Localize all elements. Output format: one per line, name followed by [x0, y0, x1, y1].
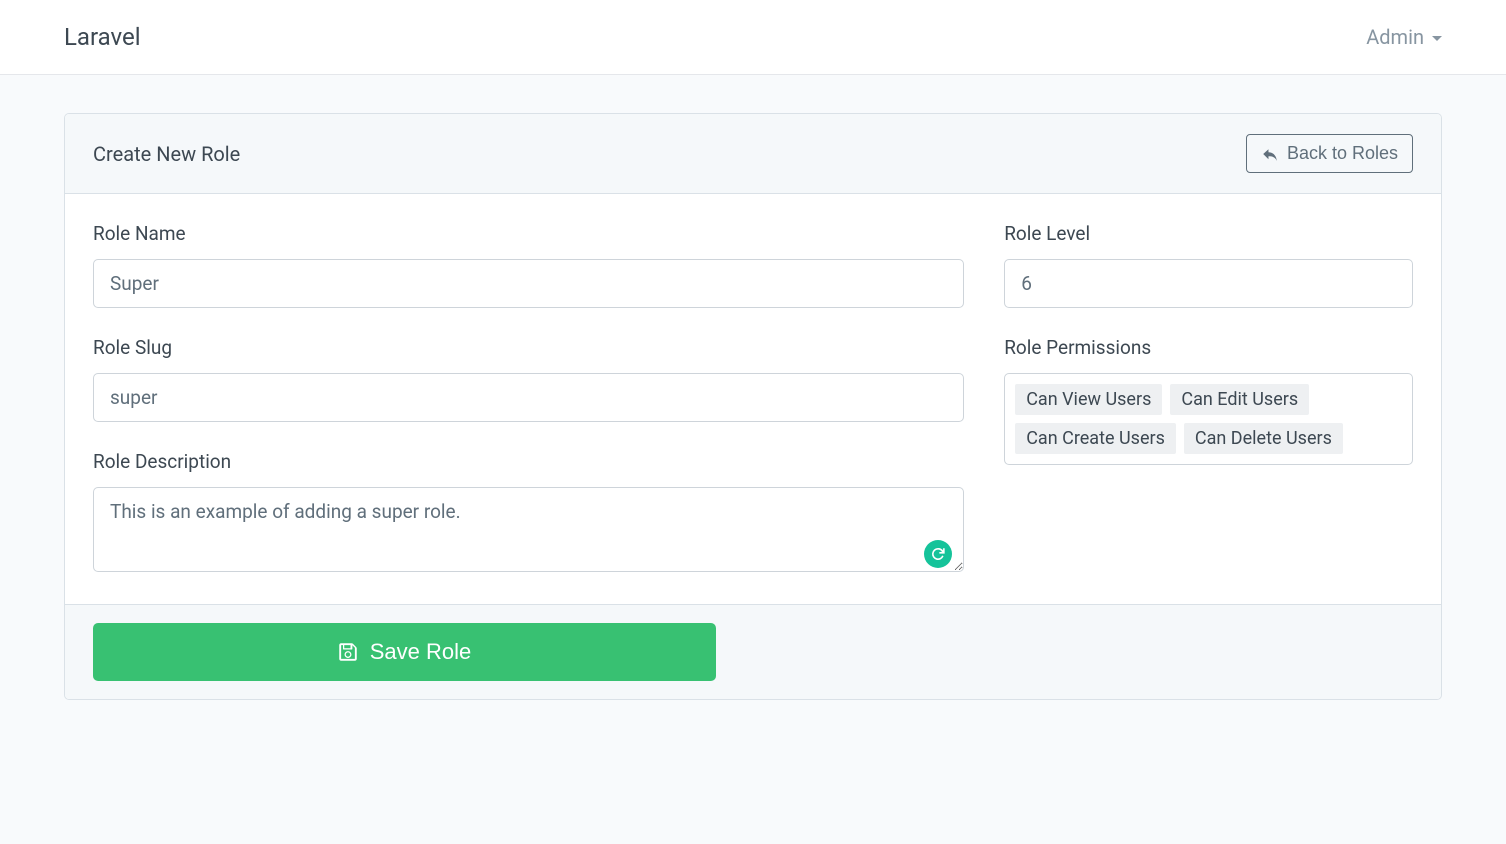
navbar: Laravel Admin — [0, 0, 1506, 75]
create-role-card: Create New Role Back to Roles Role Name … — [64, 113, 1442, 700]
role-description-group: Role Description — [93, 450, 964, 576]
role-slug-group: Role Slug — [93, 336, 964, 422]
card-body: Role Name Role Slug Role Description — [65, 194, 1441, 604]
role-level-label: Role Level — [1004, 222, 1413, 245]
grammarly-icon — [924, 540, 952, 568]
user-menu-dropdown[interactable]: Admin — [1366, 25, 1442, 49]
role-slug-label: Role Slug — [93, 336, 964, 359]
save-icon — [338, 642, 358, 662]
back-to-roles-button[interactable]: Back to Roles — [1246, 134, 1413, 173]
card-footer: Save Role — [65, 604, 1441, 699]
role-level-group: Role Level — [1004, 222, 1413, 308]
save-role-button[interactable]: Save Role — [93, 623, 716, 681]
main-container: Create New Role Back to Roles Role Name … — [0, 75, 1506, 738]
permission-tag[interactable]: Can Edit Users — [1170, 384, 1309, 415]
role-level-input[interactable] — [1004, 259, 1413, 308]
permission-tag[interactable]: Can Delete Users — [1184, 423, 1343, 454]
card-header: Create New Role Back to Roles — [65, 114, 1441, 194]
role-name-group: Role Name — [93, 222, 964, 308]
reply-icon — [1261, 147, 1279, 161]
user-menu-label: Admin — [1366, 25, 1424, 49]
role-name-input[interactable] — [93, 259, 964, 308]
role-name-label: Role Name — [93, 222, 964, 245]
chevron-down-icon — [1432, 36, 1442, 41]
brand-link[interactable]: Laravel — [64, 23, 141, 51]
back-button-label: Back to Roles — [1287, 143, 1398, 164]
role-description-label: Role Description — [93, 450, 964, 473]
role-permissions-group: Role Permissions Can View Users Can Edit… — [1004, 336, 1413, 465]
form-right-column: Role Level Role Permissions Can View Use… — [1004, 222, 1413, 576]
role-permissions-label: Role Permissions — [1004, 336, 1413, 359]
card-title: Create New Role — [93, 142, 240, 166]
permission-tag[interactable]: Can Create Users — [1015, 423, 1176, 454]
save-button-label: Save Role — [370, 639, 472, 665]
permission-tag[interactable]: Can View Users — [1015, 384, 1162, 415]
role-slug-input[interactable] — [93, 373, 964, 422]
role-permissions-select[interactable]: Can View Users Can Edit Users Can Create… — [1004, 373, 1413, 465]
role-description-input[interactable] — [93, 487, 964, 572]
form-left-column: Role Name Role Slug Role Description — [93, 222, 964, 576]
